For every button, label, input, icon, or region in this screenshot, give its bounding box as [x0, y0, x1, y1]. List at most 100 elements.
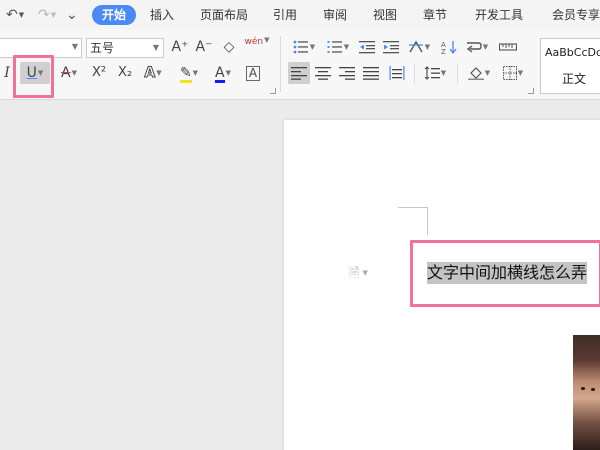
shrink-font-button[interactable]: A⁻ [194, 36, 214, 58]
shading-button[interactable]: ▼ [464, 62, 494, 84]
ruler-toggle-button[interactable] [497, 36, 519, 58]
align-left-button[interactable] [288, 62, 310, 84]
sort-button[interactable]: AZ [439, 36, 459, 58]
align-center-button[interactable] [312, 62, 334, 84]
chevron-down-icon: ▼ [362, 269, 368, 277]
character-border-button[interactable]: A [243, 62, 263, 84]
increase-indent-button[interactable] [381, 36, 401, 58]
annotation-highlight-underline [13, 55, 54, 98]
shrink-font-icon: A⁻ [195, 39, 213, 55]
strikethrough-icon: A [61, 65, 71, 81]
chevron-down-icon: ▼ [18, 11, 25, 19]
highlight-color-button[interactable]: ✎▼ [174, 62, 204, 84]
font-size-select[interactable]: 五号 ▼ [86, 38, 164, 58]
return-arrow-icon [466, 42, 482, 53]
tab-review[interactable]: 审阅 [323, 7, 347, 23]
paragraph-dialog-launcher[interactable] [528, 88, 534, 94]
line-spacing-icon [424, 66, 440, 80]
grow-font-button[interactable]: A⁺ [170, 36, 190, 58]
font-size-value: 五号 [90, 41, 115, 55]
redo-button[interactable]: ↷▼ [38, 6, 56, 24]
clear-format-button[interactable]: ◇ [218, 36, 240, 58]
highlighter-icon: ✎ [179, 65, 192, 83]
chevron-down-icon: ▼ [71, 42, 78, 51]
chevron-down-icon: ▼ [152, 43, 159, 52]
redo-icon: ↷ [38, 7, 50, 23]
paint-bucket-icon [467, 67, 484, 80]
line-spacing-button[interactable]: ▼ [420, 62, 450, 84]
text-effect-icon: A [144, 65, 156, 82]
chevron-down-icon: ▼ [192, 69, 199, 77]
chevron-down-icon: ▼ [343, 43, 350, 51]
grow-font-icon: A⁺ [171, 39, 189, 55]
italic-button[interactable]: I [0, 62, 14, 84]
justify-icon [363, 67, 379, 80]
subscript-icon: X₂ [117, 65, 133, 80]
font-color-button[interactable]: A▼ [209, 62, 237, 84]
increase-indent-icon [383, 41, 399, 54]
numbered-list-icon [327, 41, 342, 53]
tab-home[interactable]: 开始 [92, 5, 137, 25]
inline-photo[interactable] [573, 335, 600, 450]
align-left-icon [291, 67, 307, 80]
font-dialog-launcher[interactable] [270, 88, 276, 94]
justify-button[interactable] [360, 62, 382, 84]
photo-detail [581, 387, 585, 390]
tab-references[interactable]: 引用 [273, 7, 297, 23]
chevron-down-icon: ▼ [484, 69, 491, 77]
chevron-down-icon: ▼ [517, 69, 524, 77]
borders-button[interactable]: ▼ [498, 62, 528, 84]
text-effect-button[interactable]: A▼ [140, 62, 166, 84]
chevron-down-icon: ▼ [225, 69, 231, 77]
chevron-down-icon: ▼ [424, 43, 431, 51]
customize-icon: ⌄ [66, 7, 78, 23]
chevron-down-icon: ▼ [156, 69, 162, 77]
tab-developer[interactable]: 开发工具 [475, 7, 523, 23]
undo-button[interactable]: ↶▼ [6, 6, 24, 24]
svg-text:Z: Z [441, 48, 446, 54]
numbered-list-button[interactable]: ▼ [324, 36, 352, 58]
customize-quick-access-button[interactable]: ⌄ [66, 6, 78, 24]
chinese-layout-icon [408, 40, 423, 53]
margin-corner-mark [427, 207, 428, 235]
margin-corner-mark [398, 207, 428, 208]
italic-icon: I [4, 65, 10, 81]
style-normal-label: 正文 [562, 72, 587, 86]
ribbon-separator [414, 64, 415, 84]
border-grid-icon [502, 66, 517, 80]
annotation-highlight-text [410, 240, 600, 307]
character-border-icon: A [245, 66, 261, 81]
align-center-icon [315, 67, 331, 80]
strikethrough-button[interactable]: A▼ [56, 62, 82, 84]
photo-detail [591, 388, 595, 391]
tab-view[interactable]: 视图 [373, 7, 397, 23]
decrease-indent-icon [359, 41, 375, 54]
eraser-icon: ◇ [223, 39, 235, 55]
chinese-layout-button[interactable]: ▼ [405, 36, 433, 58]
ribbon-tab-bar: ↶▼ ↷▼ ⌄ 开始 插入 页面布局 引用 审阅 视图 章节 开发工具 会员专享 [0, 0, 600, 30]
superscript-icon: X² [91, 65, 107, 80]
tab-page-layout[interactable]: 页面布局 [200, 7, 248, 23]
align-right-icon [339, 67, 355, 80]
phonetic-icon: wén [244, 37, 264, 47]
line-break-button[interactable]: ▼ [463, 36, 491, 58]
subscript-button[interactable]: X₂ [114, 62, 136, 84]
phonetic-guide-button[interactable]: wén▼ [244, 34, 270, 56]
superscript-button[interactable]: X² [88, 62, 110, 84]
align-right-button[interactable] [336, 62, 358, 84]
style-normal-card[interactable]: AaBbCcDd 正文 [540, 38, 600, 94]
bullet-list-icon [293, 40, 308, 54]
bullet-list-button[interactable]: ▼ [290, 36, 318, 58]
tab-chapter[interactable]: 章节 [423, 7, 447, 23]
tab-insert[interactable]: 插入 [150, 7, 174, 23]
font-color-icon: A [215, 65, 225, 83]
chevron-down-icon: ▼ [264, 36, 270, 44]
tab-member[interactable]: 会员专享 [552, 7, 600, 23]
undo-icon: ↶ [6, 7, 18, 23]
style-sample-text: AaBbCcDd [545, 46, 600, 59]
paragraph-menu-button[interactable]: 🗎 ▼ [349, 264, 368, 286]
distribute-button[interactable] [386, 62, 408, 84]
distribute-icon [389, 66, 405, 80]
decrease-indent-button[interactable] [357, 36, 377, 58]
chevron-down-icon: ▼ [71, 69, 77, 77]
